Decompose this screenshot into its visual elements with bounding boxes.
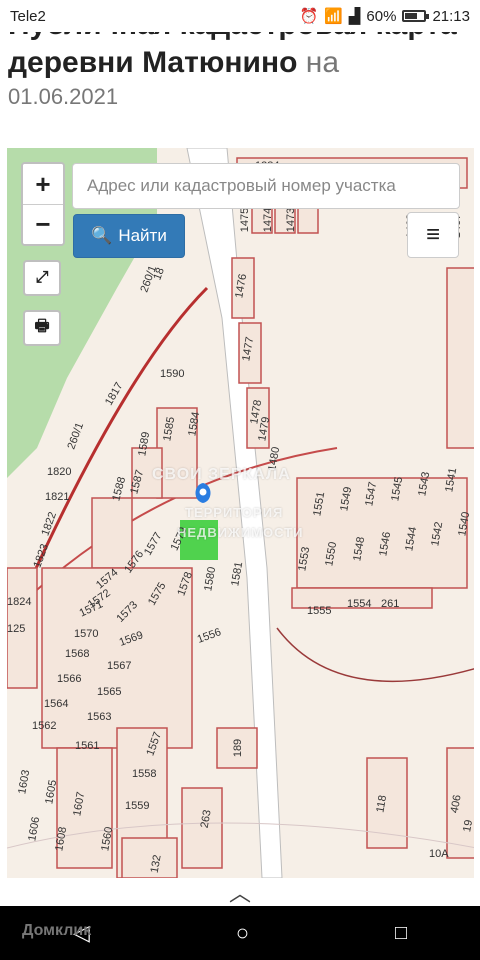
battery-text: 60% <box>366 7 397 25</box>
plot-label: 1561 <box>75 740 100 752</box>
plot-label: 1565 <box>97 686 122 698</box>
plot-label: 1563 <box>87 711 112 723</box>
home-icon[interactable]: ○ <box>236 920 249 946</box>
plot-label: 1821 <box>45 491 70 503</box>
ghost-app-label: Домклик <box>22 922 92 939</box>
status-icons: ⏰ 📶 ▟ 60% 21:13 <box>299 7 471 26</box>
page-title-suffix: на <box>305 46 340 79</box>
android-nav-bar: Домклик ◁ ○ □ <box>0 906 480 960</box>
plot-label: 1473 <box>285 207 298 233</box>
signal-icon: ▟ <box>348 8 361 25</box>
plot-label: 1559 <box>125 800 150 812</box>
recents-icon[interactable]: □ <box>395 922 407 945</box>
clock: 21:13 <box>432 7 470 25</box>
plot-label: 1568 <box>65 648 90 660</box>
watermark-line: ТЕРРИТОРИЯ <box>185 505 284 520</box>
plot-label: 1474 <box>262 207 275 233</box>
search-button[interactable]: 🔍 Найти <box>73 214 185 258</box>
plot-label: 261 <box>381 598 400 610</box>
plot-label: 1820 <box>47 466 72 478</box>
fullscreen-icon[interactable]: ⤢ <box>23 260 61 296</box>
plot-label: 125 <box>7 623 26 635</box>
watermark-line: НЕДВИЖИМОСТИ <box>177 525 304 540</box>
search-button-label: Найти <box>118 226 167 245</box>
plot-label: 1566 <box>57 673 82 685</box>
cadastral-map[interactable]: 1384 1475 1474 1473 1468 1467 1476 1477 … <box>7 148 474 878</box>
search-input[interactable]: Адрес или кадастровый номер участка <box>72 163 460 209</box>
plot-label: 1590 <box>160 368 185 380</box>
wifi-icon: 📶 <box>324 8 343 25</box>
chevron-up-icon: ︿ <box>228 881 251 906</box>
plot-label: 1554 <box>347 598 372 610</box>
status-bar: Tele2 ⏰ 📶 ▟ 60% 21:13 <box>0 0 480 32</box>
plot-label: 1562 <box>32 720 57 732</box>
carrier-name: Tele2 <box>10 7 46 25</box>
watermark-line: СВОИ ЗЕРКАЛА <box>152 466 291 483</box>
zoom-controls: + − <box>21 162 65 246</box>
plot-label: 1555 <box>307 605 332 617</box>
plot-label: 1564 <box>44 698 69 710</box>
alarm-icon: ⏰ <box>299 8 319 25</box>
zoom-out-button[interactable]: − <box>23 204 63 244</box>
battery-icon <box>402 10 430 22</box>
plot-label: 1475 <box>239 207 252 233</box>
plot-label: 19 <box>461 818 474 834</box>
plot-label: 1567 <box>107 660 132 672</box>
plot-label: 10А <box>429 848 449 860</box>
plot-label: 189 <box>232 738 245 758</box>
plot-label: 1570 <box>74 628 99 640</box>
menu-icon[interactable]: ≡ <box>407 212 459 258</box>
plot-label: 1824 <box>7 596 32 608</box>
zoom-in-button[interactable]: + <box>23 164 63 204</box>
page-date: 01.06.2021 <box>8 84 119 109</box>
bottom-sheet-handle[interactable]: ︿ <box>0 878 480 906</box>
search-icon: 🔍 <box>91 226 113 245</box>
print-icon[interactable]: 🖶 <box>23 310 61 346</box>
plot-label: 1558 <box>132 768 157 780</box>
